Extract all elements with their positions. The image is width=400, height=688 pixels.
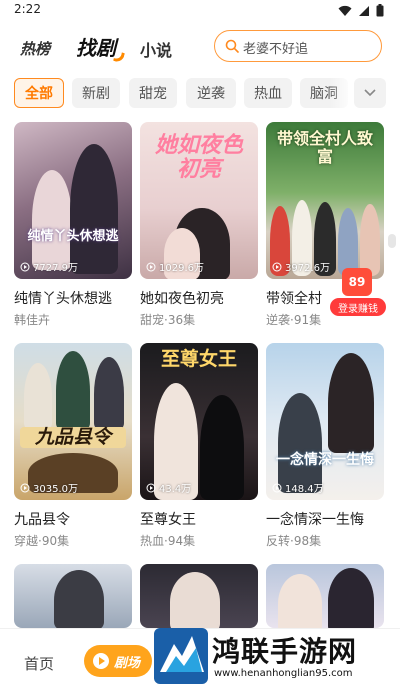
view-count: 43.4万 bbox=[146, 480, 191, 495]
chip-sweet[interactable]: 甜宠 bbox=[129, 78, 177, 108]
status-icons bbox=[338, 4, 384, 17]
chip-all[interactable]: 全部 bbox=[14, 78, 64, 108]
drama-title[interactable]: 九品县令 bbox=[14, 509, 70, 529]
play-count-icon bbox=[146, 262, 156, 271]
chip-passion[interactable]: 热血 bbox=[244, 78, 292, 108]
watermark: 鸿联手游网 www.henanhonglian95.com bbox=[152, 626, 400, 688]
drama-poster[interactable]: 九品县令 3035.0万 bbox=[14, 343, 132, 500]
drama-meta: 热血·94集 bbox=[140, 534, 196, 548]
drama-card[interactable]: 一念情深一生悔 148.4万 一念情深一生悔 反转·98集 bbox=[266, 343, 384, 548]
poster-title: 带领全村人致富 bbox=[276, 129, 373, 166]
nav-theater[interactable]: 剧场 bbox=[84, 645, 152, 677]
drama-meta: 反转·98集 bbox=[266, 534, 322, 548]
tab-hot[interactable]: 热榜 bbox=[20, 38, 50, 59]
poster-title: 至尊女王 bbox=[160, 348, 237, 370]
poster-title: 纯情丫头休想逃 bbox=[27, 229, 119, 244]
category-chips: 全部 新剧 甜宠 逆袭 热血 脑洞 bbox=[0, 78, 400, 110]
chip-comeback[interactable]: 逆袭 bbox=[186, 78, 236, 108]
drama-meta: 韩佳卉 bbox=[14, 313, 51, 327]
watermark-url: www.henanhonglian95.com bbox=[214, 668, 353, 679]
reward-label: 登录赚钱 bbox=[330, 298, 386, 316]
drama-title[interactable]: 纯情丫头休想逃 bbox=[14, 288, 112, 308]
drama-poster[interactable]: 带领全村人致富 3972.6万 bbox=[266, 122, 384, 279]
drama-poster[interactable] bbox=[266, 564, 384, 628]
play-count-icon bbox=[20, 483, 30, 492]
wifi-icon bbox=[338, 5, 352, 16]
drama-title[interactable]: 她如夜色初亮 bbox=[140, 288, 224, 308]
drama-title[interactable]: 至尊女王 bbox=[140, 509, 196, 529]
top-nav: 热榜 找剧 小说 老婆不好追 bbox=[0, 28, 400, 70]
chevron-down-icon bbox=[364, 89, 376, 97]
tab-novel[interactable]: 小说 bbox=[140, 37, 172, 61]
play-count-icon bbox=[272, 483, 282, 492]
drama-poster[interactable] bbox=[140, 564, 258, 628]
view-count: 7727.9万 bbox=[20, 259, 78, 274]
drama-title[interactable]: 一念情深一生悔 bbox=[266, 509, 364, 529]
drama-poster[interactable]: 至尊女王 43.4万 bbox=[140, 343, 258, 500]
search-placeholder: 老婆不好追 bbox=[243, 42, 309, 57]
drama-card[interactable] bbox=[266, 564, 384, 628]
drama-card[interactable] bbox=[14, 564, 132, 628]
login-reward-float[interactable]: 89 登录赚钱 bbox=[330, 268, 386, 318]
poster-title: 她如夜色初亮 bbox=[154, 133, 243, 183]
search-icon bbox=[225, 39, 239, 53]
drama-card[interactable]: 纯情丫头休想逃 7727.9万 纯情丫头休想逃 韩佳卉 bbox=[14, 122, 132, 327]
view-count: 3035.0万 bbox=[20, 480, 78, 495]
watermark-logo-icon bbox=[154, 628, 208, 684]
play-count-icon bbox=[146, 483, 156, 492]
view-count: 148.4万 bbox=[272, 480, 324, 495]
nav-home[interactable]: 首页 bbox=[24, 653, 54, 674]
poster-title: 一念情深一生悔 bbox=[276, 452, 374, 468]
drama-meta: 穿越·90集 bbox=[14, 534, 70, 548]
chip-new[interactable]: 新剧 bbox=[72, 78, 120, 108]
status-time: 2:22 bbox=[14, 2, 41, 16]
drama-meta: 逆袭·91集 bbox=[266, 313, 322, 327]
play-count-icon bbox=[20, 262, 30, 271]
status-bar: 2:22 bbox=[0, 0, 400, 24]
scroll-indicator bbox=[388, 234, 396, 248]
drama-card[interactable]: 至尊女王 43.4万 至尊女王 热血·94集 bbox=[140, 343, 258, 548]
reward-count-badge: 89 bbox=[342, 268, 372, 296]
battery-icon bbox=[376, 4, 384, 17]
more-categories-button[interactable] bbox=[354, 78, 386, 108]
play-count-icon bbox=[272, 262, 282, 271]
drama-card[interactable]: 带领全村人致富 3972.6万 带领全村 逆袭·91集 bbox=[266, 122, 384, 327]
drama-poster[interactable] bbox=[14, 564, 132, 628]
view-count: 1029.6万 bbox=[146, 259, 204, 274]
chips-fade bbox=[330, 78, 354, 108]
drama-title[interactable]: 带领全村 bbox=[266, 288, 322, 308]
poster-title: 九品县令 bbox=[20, 427, 126, 448]
watermark-title: 鸿联手游网 bbox=[212, 635, 358, 668]
signal-icon bbox=[359, 5, 369, 16]
drama-card[interactable]: 九品县令 3035.0万 九品县令 穿越·90集 bbox=[14, 343, 132, 548]
search-input[interactable]: 老婆不好追 bbox=[214, 30, 382, 62]
play-icon bbox=[93, 653, 109, 669]
drama-poster[interactable]: 纯情丫头休想逃 7727.9万 bbox=[14, 122, 132, 279]
drama-card[interactable] bbox=[140, 564, 258, 628]
drama-meta: 甜宠·36集 bbox=[140, 313, 196, 327]
drama-card[interactable]: 她如夜色初亮 1029.6万 她如夜色初亮 甜宠·36集 bbox=[140, 122, 258, 327]
tab-find[interactable]: 找剧 bbox=[76, 32, 116, 61]
active-tab-indicator bbox=[113, 51, 125, 63]
view-count: 3972.6万 bbox=[272, 259, 330, 274]
drama-poster[interactable]: 一念情深一生悔 148.4万 bbox=[266, 343, 384, 500]
drama-poster[interactable]: 她如夜色初亮 1029.6万 bbox=[140, 122, 258, 279]
